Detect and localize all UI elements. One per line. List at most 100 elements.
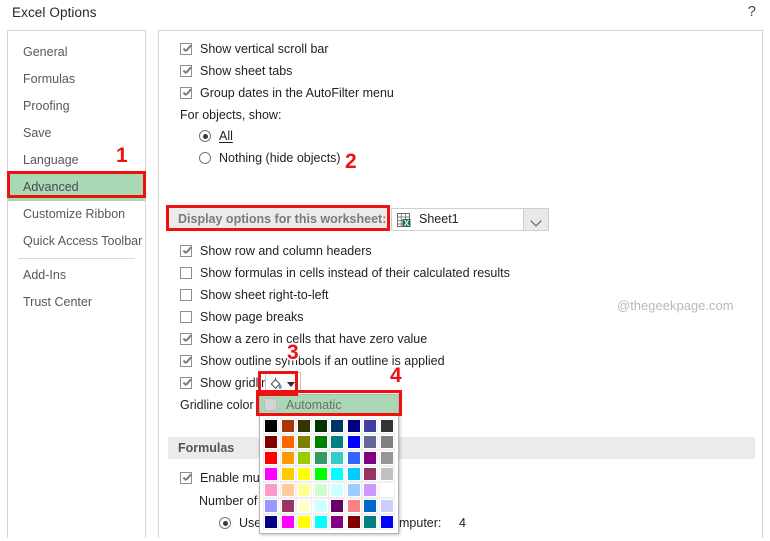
radio-objects-nothing[interactable]: Nothing (hide objects) [199,151,341,165]
color-swatch[interactable] [296,482,312,498]
color-swatch[interactable] [329,450,345,466]
sidebar-item-trust-center[interactable]: Trust Center [8,289,145,316]
color-swatch[interactable] [362,482,378,498]
radio-objects-all[interactable]: All [199,129,233,143]
color-swatch[interactable] [345,418,362,434]
color-swatch[interactable] [279,498,296,514]
checkbox-show-sheet-tabs[interactable]: Show sheet tabs [180,64,292,78]
checkbox-show-zero-in-cells[interactable]: Show a zero in cells that have zero valu… [180,332,427,346]
color-swatch[interactable] [329,514,345,530]
checkbox-show-outline-symbols[interactable]: Show outline symbols if an outline is ap… [180,354,445,368]
automatic-color-row[interactable]: Automatic [260,395,398,415]
color-swatch[interactable] [362,466,378,482]
color-swatch[interactable] [296,466,312,482]
checkbox-show-row-column-headers[interactable]: Show row and column headers [180,244,372,258]
color-swatch[interactable] [362,418,378,434]
color-swatch[interactable] [345,450,362,466]
checkbox-show-vertical-scroll-bar[interactable]: Show vertical scroll bar [180,42,329,56]
color-swatch[interactable] [312,482,329,498]
color-swatch[interactable] [345,434,362,450]
radio-circle[interactable] [199,130,211,142]
color-swatch[interactable] [329,498,345,514]
sidebar-item-advanced[interactable]: Advanced [8,174,145,201]
color-swatch[interactable] [263,514,279,530]
color-swatch[interactable] [263,498,279,514]
checkbox-box[interactable] [180,87,192,99]
checkbox-box[interactable] [180,65,192,77]
sidebar-item-customize-ribbon[interactable]: Customize Ribbon [8,201,145,228]
checkbox-box[interactable] [180,377,192,389]
color-swatch[interactable] [263,482,279,498]
color-swatch[interactable] [378,418,395,434]
checkbox-box[interactable] [180,43,192,55]
color-swatch[interactable] [279,482,296,498]
color-swatch[interactable] [378,498,395,514]
sheet-selector[interactable]: X Sheet1 [391,208,549,231]
sidebar-item-proofing[interactable]: Proofing [8,93,145,120]
sidebar-item-save[interactable]: Save [8,120,145,147]
color-swatch[interactable] [312,434,329,450]
color-swatch[interactable] [312,418,329,434]
color-swatch[interactable] [329,434,345,450]
color-swatch[interactable] [378,466,395,482]
color-swatch[interactable] [312,514,329,530]
sidebar-item-general[interactable]: General [8,39,145,66]
sidebar-item-add-ins[interactable]: Add-Ins [8,262,145,289]
color-swatch[interactable] [263,434,279,450]
chevron-down-icon[interactable] [287,382,295,387]
checkbox-box[interactable] [180,311,192,323]
color-swatch[interactable] [329,466,345,482]
color-swatch[interactable] [378,514,395,530]
checkbox-box[interactable] [180,267,192,279]
sidebar-item-formulas[interactable]: Formulas [8,66,145,93]
color-swatch[interactable] [362,498,378,514]
color-swatch[interactable] [296,514,312,530]
checkbox-show-formulas-in-cells[interactable]: Show formulas in cells instead of their … [180,266,510,280]
color-swatch[interactable] [345,498,362,514]
color-swatch[interactable] [296,450,312,466]
color-swatch[interactable] [279,466,296,482]
radio-circle[interactable] [219,517,231,529]
checkbox-box[interactable] [180,355,192,367]
chevron-down-icon[interactable] [523,209,548,230]
radio-circle[interactable] [199,152,211,164]
color-swatch[interactable] [279,434,296,450]
checkbox-box[interactable] [180,333,192,345]
color-swatch[interactable] [362,434,378,450]
checkbox-box[interactable] [180,289,192,301]
help-icon[interactable]: ? [748,3,756,20]
color-swatch[interactable] [312,498,329,514]
sidebar-item-quick-access-toolbar[interactable]: Quick Access Toolbar [8,228,145,255]
color-swatch[interactable] [296,498,312,514]
checkbox-box[interactable] [180,472,192,484]
color-swatch[interactable] [362,514,378,530]
color-palette[interactable] [260,415,398,533]
color-swatch[interactable] [279,418,296,434]
checkbox-enable-multithreaded[interactable]: Enable mult [180,471,266,485]
color-swatch[interactable] [378,482,395,498]
color-swatch[interactable] [279,514,296,530]
color-swatch[interactable] [263,418,279,434]
color-swatch[interactable] [296,434,312,450]
color-swatch[interactable] [279,450,296,466]
gridline-color-button[interactable] [265,372,301,393]
color-swatch[interactable] [378,434,395,450]
checkbox-box[interactable] [180,245,192,257]
color-swatch[interactable] [329,482,345,498]
radio-use-all-processors[interactable]: Use [219,516,261,530]
color-swatch[interactable] [312,450,329,466]
color-swatch[interactable] [263,450,279,466]
color-swatch[interactable] [345,482,362,498]
color-swatch[interactable] [345,514,362,530]
checkbox-group-dates-autofilter[interactable]: Group dates in the AutoFilter menu [180,86,394,100]
checkbox-show-sheet-right-to-left[interactable]: Show sheet right-to-left [180,288,329,302]
color-swatch[interactable] [345,466,362,482]
checkbox-show-page-breaks[interactable]: Show page breaks [180,310,304,324]
color-swatch[interactable] [296,418,312,434]
color-swatch[interactable] [329,418,345,434]
color-swatch[interactable] [263,466,279,482]
color-swatch[interactable] [312,466,329,482]
gridline-color-dropdown[interactable]: Automatic [259,394,399,534]
color-swatch[interactable] [378,450,395,466]
color-swatch[interactable] [362,450,378,466]
